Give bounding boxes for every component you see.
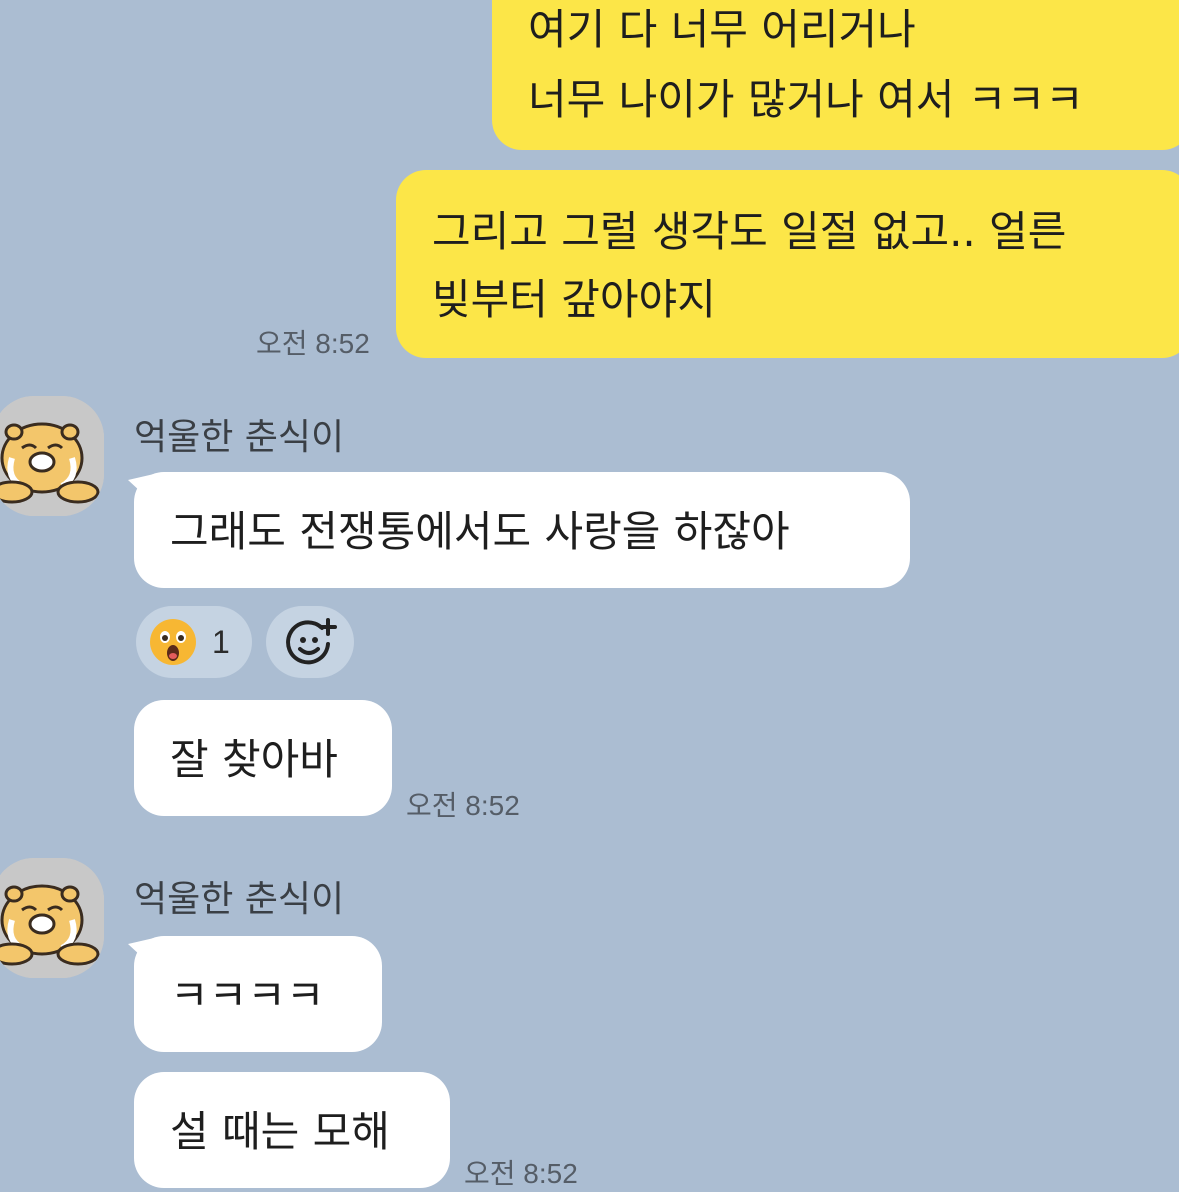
chunsik-crying-avatar-icon <box>0 396 104 516</box>
reaction-count: 1 <box>212 623 230 660</box>
message-text: ㅋㅋㅋㅋ <box>170 971 325 1020</box>
add-reaction-smiley-icon <box>286 618 337 665</box>
avatar[interactable] <box>0 858 104 978</box>
message-text: 잘 찾아바 <box>170 735 338 784</box>
my-message-bubble[interactable]: 그리고 그럴 생각도 일절 없고.. 얼른 빚부터 갚아야지 <box>396 170 1179 358</box>
my-message-bubble[interactable]: 여기 다 너무 어리거나 너무 나이가 많거나 여서 ㅋㅋㅋ <box>492 0 1179 150</box>
sender-name: 억울한 춘식이 <box>134 879 345 920</box>
message-timestamp: 오전 8:52 <box>464 1158 578 1189</box>
sender-name: 억울한 춘식이 <box>134 417 345 458</box>
message-line: 너무 나이가 많거나 여서 ㅋㅋㅋ <box>528 75 1084 124</box>
message-text: 그래도 전쟁통에서도 사랑을 하잖아 <box>170 507 790 556</box>
message-line: 그리고 그럴 생각도 일절 없고.. 얼른 <box>432 207 1067 256</box>
their-message-bubble[interactable]: 그래도 전쟁통에서도 사랑을 하잖아 <box>134 472 910 588</box>
chunsik-crying-avatar-icon <box>0 858 104 978</box>
reaction-chip[interactable]: 1 <box>136 606 252 678</box>
message-timestamp: 오전 8:52 <box>406 790 520 821</box>
message-timestamp: 오전 8:52 <box>256 328 370 359</box>
their-message-bubble[interactable]: ㅋㅋㅋㅋ <box>134 936 382 1052</box>
message-text: 설 때는 모해 <box>170 1107 390 1156</box>
message-line: 빚부터 갚아야지 <box>432 275 716 324</box>
message-line: 여기 다 너무 어리거나 <box>528 5 916 54</box>
their-message-bubble[interactable]: 잘 찾아바 <box>134 700 392 816</box>
surprised-face-emoji-icon <box>150 619 196 665</box>
add-reaction-button[interactable] <box>266 606 354 678</box>
their-message-bubble[interactable]: 설 때는 모해 <box>134 1072 450 1188</box>
avatar[interactable] <box>0 396 104 516</box>
